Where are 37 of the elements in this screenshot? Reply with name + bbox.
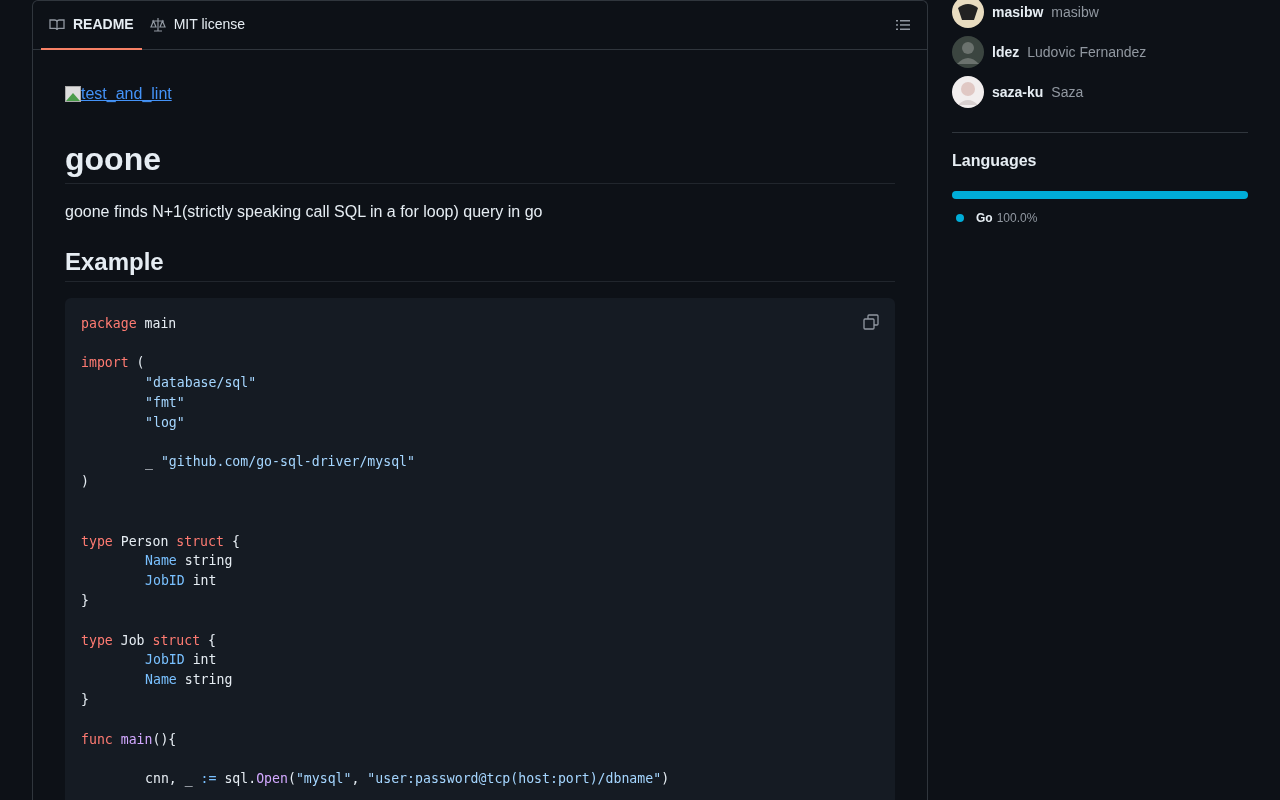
- code-line: JobID int: [144, 572, 217, 591]
- code-line: type Job struct {: [81, 631, 216, 650]
- contributor-login[interactable]: saza-ku: [992, 81, 1044, 103]
- book-icon: [49, 16, 65, 33]
- code-line: ): [81, 473, 89, 492]
- description-text: goone finds N+1(strictly speaking call SQL in a for loop) query in go: [65, 202, 544, 222]
- language-percent: 100.0%: [996, 210, 1038, 227]
- code-line: func main(){: [81, 730, 177, 749]
- code-line: cnn, _ := sql.Open("mysql", "user:password@tcp(host:port)/dbname"): [144, 770, 670, 789]
- code-line: }: [81, 591, 89, 610]
- code-line: import (: [81, 354, 145, 373]
- code-line: type Person struct {: [81, 532, 240, 551]
- code-line: "database/sql": [144, 374, 257, 393]
- broken-image-icon: [65, 86, 81, 102]
- tab[interactable]: README: [41, 1, 142, 50]
- avatar[interactable]: [952, 76, 984, 108]
- code-line: }: [81, 690, 89, 709]
- code-line: package main: [81, 314, 177, 333]
- badge-link[interactable]: test_and_lint: [65, 82, 172, 106]
- contributor-name: Ludovic Fernandez: [1027, 42, 1147, 62]
- contributor-login[interactable]: masibw: [992, 1, 1044, 23]
- code-line: "log": [144, 413, 185, 432]
- code-line: Name string: [144, 671, 233, 690]
- contributor-name: Saza: [1051, 82, 1084, 102]
- tab[interactable]: MIT license: [141, 1, 253, 50]
- avatar[interactable]: [952, 0, 984, 28]
- contributor-name: masibw: [1051, 2, 1099, 22]
- scale-icon: [149, 16, 166, 33]
- section-heading: Example: [65, 248, 895, 282]
- code-line: JobID int: [144, 651, 217, 670]
- page-heading: goone: [65, 139, 895, 184]
- code-line: _ "github.com/go-sql-driver/mysql": [144, 453, 415, 472]
- code-line: "fmt": [144, 394, 185, 412]
- contributor-login[interactable]: ldez: [992, 41, 1020, 63]
- section-heading: Languages: [952, 151, 1038, 171]
- language-name[interactable]: Go: [976, 209, 993, 227]
- code-line: Name string: [144, 552, 233, 571]
